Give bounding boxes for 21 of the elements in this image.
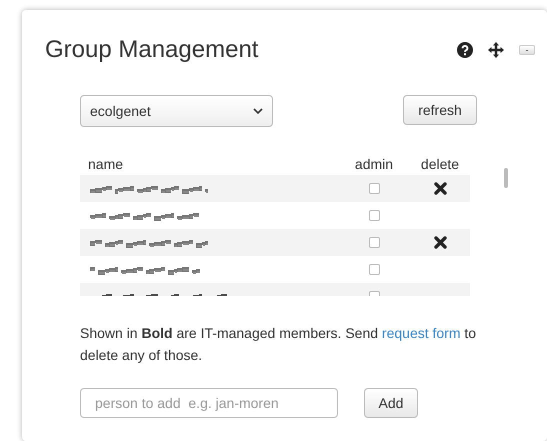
admin-checkbox[interactable] — [368, 237, 380, 248]
column-header: admin — [354, 156, 394, 172]
chevron-down-icon — [253, 108, 263, 114]
move-icon[interactable] — [488, 42, 504, 58]
scrollbar-thumb[interactable] — [504, 168, 508, 188]
panel-title: Group Management — [45, 36, 260, 64]
group-select[interactable]: ecolgenet — [80, 95, 273, 127]
delete-icon[interactable] — [434, 182, 446, 195]
person-input-field[interactable]: person to add e.g. jan-moren — [80, 388, 338, 418]
admin-checkbox[interactable] — [368, 183, 380, 194]
help-icon[interactable] — [457, 42, 473, 58]
add-button[interactable]: Add — [364, 388, 418, 418]
minimize-button[interactable]: - — [519, 45, 535, 55]
column-header: name — [87, 156, 124, 172]
admin-checkbox[interactable] — [368, 264, 380, 275]
info-text: Shown in Bold are IT-managed members. Send request form to delete any of those. — [80, 324, 478, 365]
refresh-button[interactable]: refresh — [403, 95, 477, 125]
admin-checkbox[interactable] — [368, 210, 380, 221]
column-header: delete — [420, 156, 460, 172]
delete-icon[interactable] — [434, 236, 446, 249]
request-form-link[interactable]: request form — [382, 325, 461, 341]
